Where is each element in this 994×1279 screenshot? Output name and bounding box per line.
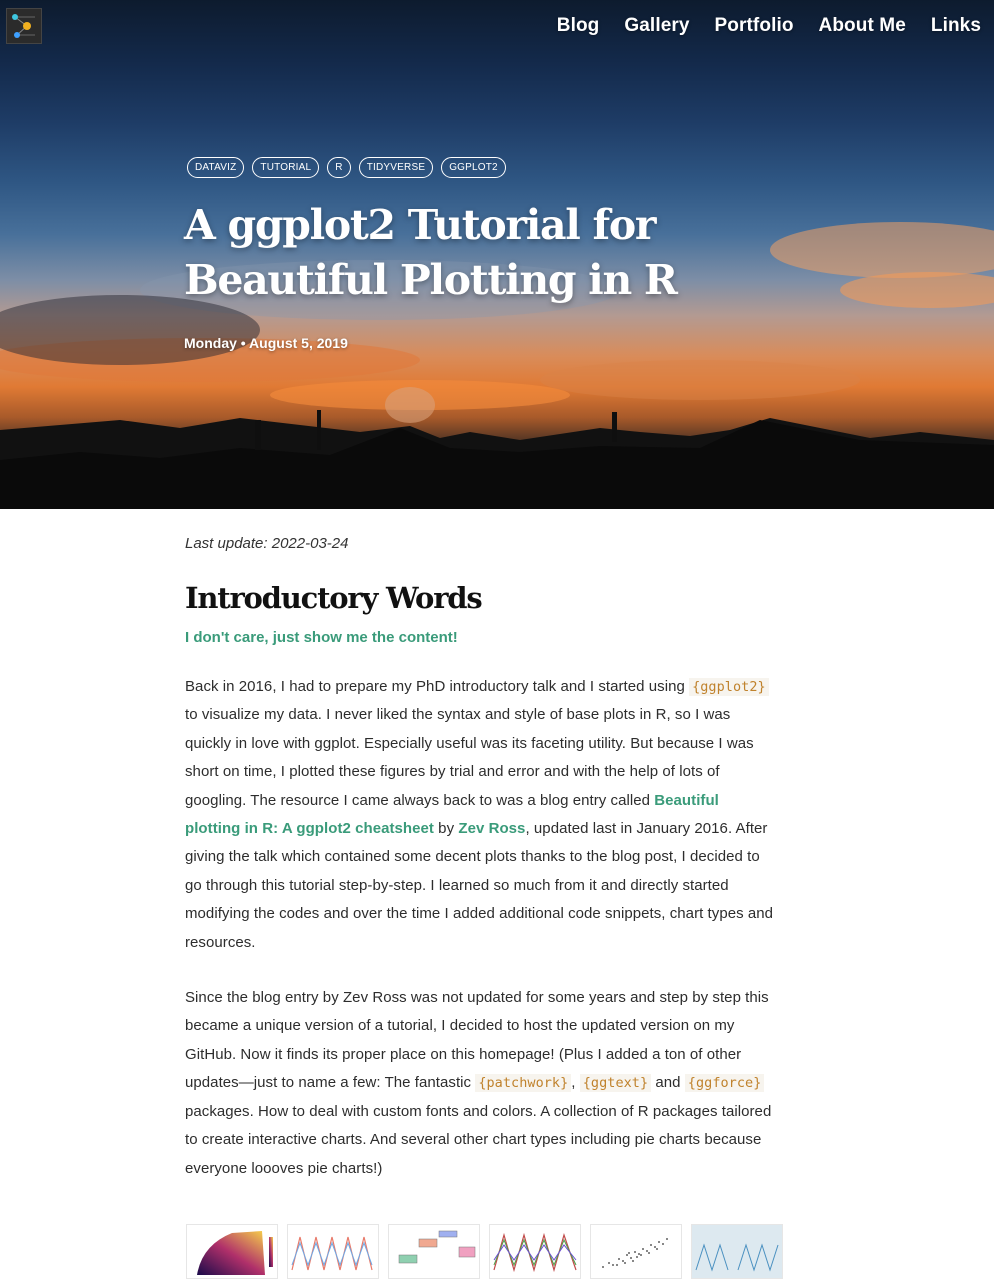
site-logo[interactable] xyxy=(6,8,42,44)
p1-text-3: by xyxy=(433,820,459,838)
link-zev-ross[interactable]: Zev Ross xyxy=(458,820,525,837)
thumbnail-multi-line-plot[interactable] xyxy=(489,1224,581,1279)
p2-text-2: , xyxy=(571,1074,580,1092)
skip-to-content-link[interactable]: I don't care, just show me the content! xyxy=(185,629,777,646)
page-title: A ggplot2 Tutorial for Beautiful Plottin… xyxy=(184,201,678,304)
p2-text-4: packages. How to deal with custom fonts … xyxy=(185,1102,772,1177)
tag-ggplot2[interactable]: GGPLOT2 xyxy=(441,157,506,178)
p1-text-4: , updated last in January 2016. After gi… xyxy=(185,820,774,951)
thumbnail-boxplot[interactable] xyxy=(388,1224,480,1279)
thumbnail-faceted-plot[interactable] xyxy=(691,1224,783,1279)
code-ggplot2: {ggplot2} xyxy=(689,678,769,696)
tag-tidyverse[interactable]: TIDYVERSE xyxy=(358,157,434,178)
intro-paragraph-1: Back in 2016, I had to prepare my PhD in… xyxy=(185,673,777,957)
nav-gallery[interactable]: Gallery xyxy=(624,15,689,37)
thumbnail-strip xyxy=(186,1224,783,1279)
nav-about-me[interactable]: About Me xyxy=(819,15,906,37)
tag-tutorial[interactable]: TUTORIAL xyxy=(252,157,320,178)
article-body: Last update: 2022-03-24 Introductory Wor… xyxy=(185,509,777,1183)
code-ggtext: {ggtext} xyxy=(579,1074,652,1093)
p2-text-3: and xyxy=(651,1074,685,1092)
p1-text-1: Back in 2016, I had to prepare my PhD in… xyxy=(185,678,690,695)
hero-banner: Blog Gallery Portfolio About Me Links DA… xyxy=(0,0,994,509)
code-patchwork: {patchwork} xyxy=(475,1074,572,1093)
last-update: Last update: 2022-03-24 xyxy=(185,535,349,552)
thumbnail-line-plot[interactable] xyxy=(287,1224,379,1279)
tag-list: DATAVIZ TUTORIAL R TIDYVERSE GGPLOT2 xyxy=(187,157,506,178)
code-ggforce: {ggforce} xyxy=(684,1074,765,1093)
post-date: Monday • August 5, 2019 xyxy=(184,335,348,351)
nav-portfolio[interactable]: Portfolio xyxy=(715,15,794,37)
nav-links[interactable]: Links xyxy=(931,15,981,37)
thumbnail-scatter-plot[interactable] xyxy=(590,1224,682,1279)
main-nav: Blog Gallery Portfolio About Me Links xyxy=(557,15,981,37)
tag-dataviz[interactable]: DATAVIZ xyxy=(187,157,245,178)
intro-paragraph-2: Since the blog entry by Zev Ross was not… xyxy=(185,984,777,1183)
nav-blog[interactable]: Blog xyxy=(557,15,600,37)
tag-r[interactable]: R xyxy=(327,157,351,178)
thumbnail-heatmap-plot[interactable] xyxy=(186,1224,278,1279)
network-logo-icon xyxy=(12,14,35,38)
section-title: Introductory Words xyxy=(185,581,483,615)
